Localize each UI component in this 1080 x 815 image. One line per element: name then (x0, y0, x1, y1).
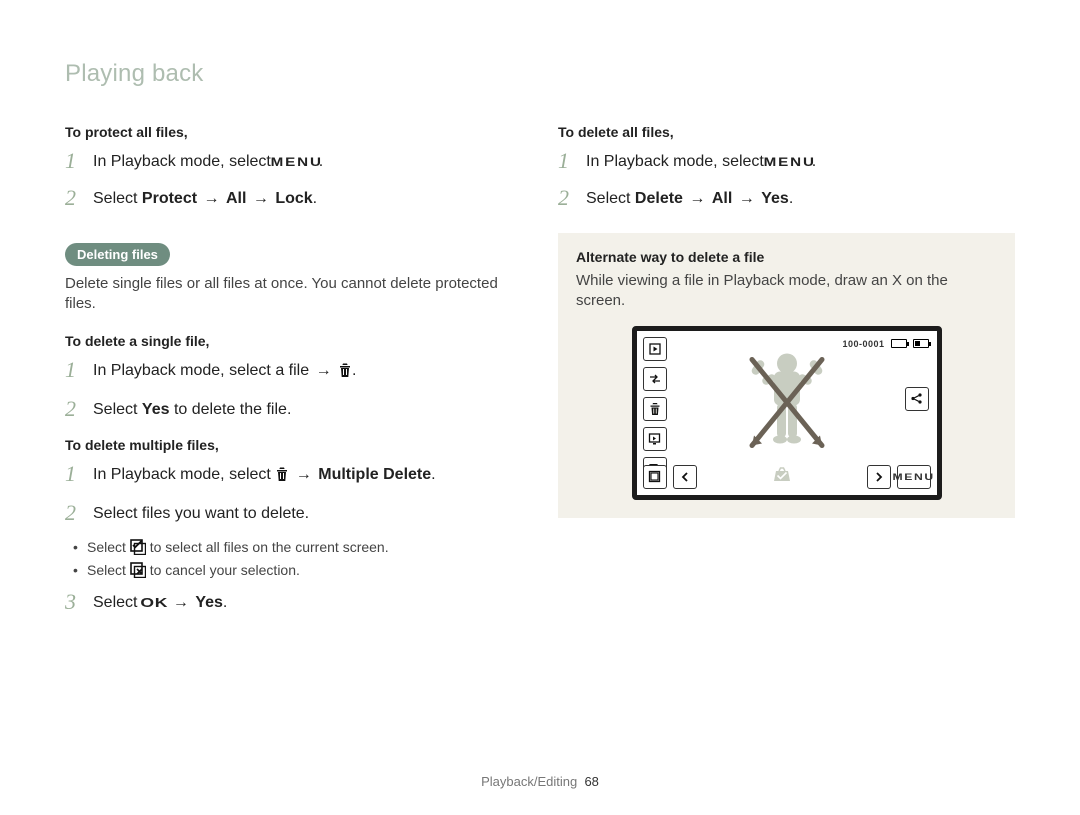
left-column: To protect all files, 1 In Playback mode… (65, 124, 522, 628)
screen-thumbnail-icon (771, 465, 793, 488)
step-number: 3 (65, 591, 83, 613)
step-text: Select Yes to delete the file. (93, 398, 291, 421)
step-text: Select Protect → All → Lock. (93, 187, 317, 210)
bullet-item: Select to cancel your selection. (87, 562, 522, 581)
camera-screen-illustration: E 100-0001 (632, 326, 942, 500)
menu-icon: MENU (271, 156, 323, 172)
section-title: Playing back (65, 60, 1015, 88)
step-number: 2 (65, 502, 83, 524)
trash-icon (275, 466, 289, 489)
body-text: Delete single files or all files at once… (65, 274, 522, 315)
note-box: Alternate way to delete a file While vie… (558, 233, 1015, 518)
screen-info-icon (643, 465, 667, 489)
pill-deleting-files: Deleting files (65, 243, 170, 266)
step-text: Select files you want to delete. (93, 502, 309, 525)
step-text: Select OK → Yes. (93, 591, 227, 614)
note-title: Alternate way to delete a file (576, 249, 997, 265)
cancel-selection-icon (130, 562, 146, 581)
ok-icon: OK (140, 594, 168, 612)
trash-icon (338, 362, 352, 385)
heading-delete-single: To delete a single file, (65, 333, 522, 349)
screen-slideshow-icon (643, 427, 667, 451)
draw-x-figure (722, 345, 852, 470)
card-icon (891, 339, 907, 348)
step-text: In Playback mode, select MENU. (93, 150, 323, 173)
step-text: In Playback mode, select a file → . (93, 359, 356, 385)
screen-trash-icon (643, 397, 667, 421)
screen-prev-icon (673, 465, 697, 489)
step-number: 1 (558, 150, 576, 172)
page-footer: Playback/Editing 68 (0, 774, 1080, 789)
bullet-item: Select to select all files on the curren… (87, 539, 522, 558)
step-number: 1 (65, 359, 83, 381)
menu-icon: MENU (764, 156, 816, 172)
step-number: 1 (65, 463, 83, 485)
note-body: While viewing a file in Playback mode, d… (576, 271, 997, 312)
screen-next-icon (867, 465, 891, 489)
step-number: 2 (558, 187, 576, 209)
battery-icon (913, 339, 929, 348)
step-number: 2 (65, 187, 83, 209)
right-column: To delete all files, 1 In Playback mode,… (558, 124, 1015, 628)
heading-protect-all: To protect all files, (65, 124, 522, 140)
heading-delete-all: To delete all files, (558, 124, 1015, 140)
screen-play-icon (643, 337, 667, 361)
screen-switch-icon (643, 367, 667, 391)
step-number: 2 (65, 398, 83, 420)
step-number: 1 (65, 150, 83, 172)
select-all-icon (130, 539, 146, 558)
screen-menu-button: MENU (897, 465, 931, 489)
step-text: In Playback mode, select MENU. (586, 150, 816, 173)
step-text: In Playback mode, select → Multiple Dele… (93, 463, 436, 489)
step-text: Select Delete → All → Yes. (586, 187, 793, 210)
heading-delete-multiple: To delete multiple files, (65, 437, 522, 453)
screen-share-icon (905, 387, 929, 411)
